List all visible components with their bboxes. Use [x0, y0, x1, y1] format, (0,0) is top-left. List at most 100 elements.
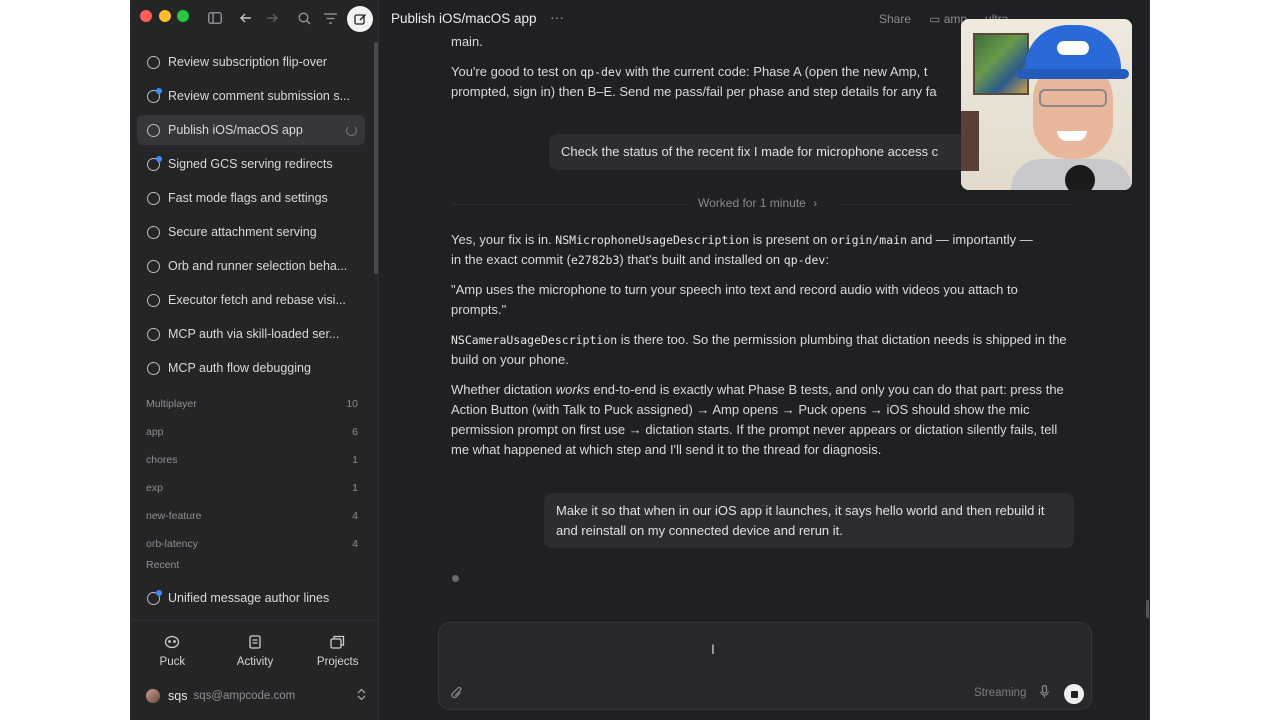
compose-icon [353, 13, 366, 25]
thread-status-icon [147, 328, 160, 341]
assistant-reply: Yes, your fix is in. NSMicrophoneUsageDe… [451, 230, 1073, 470]
nav-activity[interactable]: Activity [214, 621, 297, 682]
nav-activity-label: Activity [236, 656, 274, 668]
thread-item[interactable]: Publish iOS/macOS app [137, 115, 365, 145]
main-scrollbar[interactable] [1146, 600, 1149, 618]
recent-heading: Recent [146, 559, 180, 571]
group-name: new-feature [146, 510, 202, 522]
webcam-microphone [1065, 165, 1095, 190]
composer: I Streaming [438, 622, 1092, 710]
account-switcher[interactable]: sqs sqs@ampcode.com [146, 685, 366, 707]
text: with the current code: Phase A (open the… [621, 64, 928, 79]
unread-dot-icon [156, 590, 162, 596]
emphasis: works [555, 382, 590, 397]
assistant-paragraph: Whether dictation works end-to-end is ex… [451, 380, 1073, 460]
stop-button[interactable] [1064, 684, 1084, 704]
activity-icon [248, 635, 262, 651]
streaming-status: Streaming [974, 687, 1027, 699]
webcam-glasses [1039, 89, 1107, 107]
inline-code: e2782b3 [570, 253, 620, 267]
chevron-updown-icon [357, 688, 366, 704]
thread-item[interactable]: MCP auth flow debugging [137, 353, 365, 383]
projects-icon [330, 635, 345, 651]
thread-item-recent[interactable]: Unified message author lines [137, 583, 365, 613]
webcam-overlay [961, 19, 1132, 190]
group-count: 6 [352, 426, 358, 438]
thread-item[interactable]: Executor fetch and rebase visi... [137, 285, 365, 315]
text: You're good to test on [451, 64, 581, 79]
account-name: sqs [168, 689, 188, 703]
inline-code: NSCameraUsageDescription [451, 333, 618, 347]
more-options-icon[interactable]: ··· [550, 9, 564, 25]
streaming-indicator [452, 575, 459, 582]
worked-duration-toggle[interactable]: Worked for 1 minute › [698, 196, 817, 210]
nav-puck[interactable]: Puck [131, 621, 214, 682]
group-count: 4 [352, 538, 358, 550]
group-name: app [146, 426, 164, 438]
thread-item[interactable]: MCP auth via skill-loaded ser... [137, 319, 365, 349]
nav-puck-label: Puck [159, 656, 186, 668]
project-group[interactable]: Multiplayer 10 [146, 390, 358, 418]
user-message: Check the status of the recent fix I mad… [549, 134, 969, 170]
group-name: orb-latency [146, 538, 198, 550]
group-name: exp [146, 482, 163, 494]
close-window-button[interactable] [140, 10, 152, 22]
forward-arrow-icon[interactable] [263, 9, 281, 27]
thread-status-icon [147, 260, 160, 273]
chevron-right-icon: › [813, 196, 818, 210]
prompt-input[interactable] [453, 633, 1053, 673]
project-groups: Multiplayer 10 app 6 chores 1 exp 1 new-feature 4… [146, 390, 358, 558]
share-button[interactable]: Share [879, 12, 911, 26]
thread-status-icon [147, 362, 160, 375]
thread-status-icon [147, 124, 160, 137]
thread-item[interactable]: Secure attachment serving [137, 217, 365, 247]
inline-code: qp-dev [580, 65, 622, 79]
group-count: 1 [352, 482, 358, 494]
filter-icon[interactable] [321, 9, 339, 27]
user-message: Make it so that when in our iOS app it l… [544, 493, 1074, 548]
thread-label: MCP auth via skill-loaded ser... [168, 327, 340, 341]
account-email: sqs@ampcode.com [193, 690, 296, 702]
project-group[interactable]: exp 1 [146, 474, 358, 502]
webcam-cap-brim [1017, 69, 1129, 79]
loading-spinner-icon [346, 125, 357, 136]
group-count: 1 [352, 454, 358, 466]
project-group[interactable]: new-feature 4 [146, 502, 358, 530]
thread-item[interactable]: Review comment submission s... [137, 81, 365, 111]
worked-label: Worked for 1 minute [698, 196, 806, 210]
group-count: 10 [346, 398, 358, 410]
attach-paperclip-icon[interactable] [451, 686, 463, 703]
thread-label: Publish iOS/macOS app [168, 123, 303, 137]
project-group[interactable]: chores 1 [146, 446, 358, 474]
project-group[interactable]: orb-latency 4 [146, 530, 358, 558]
zoom-window-button[interactable] [177, 10, 189, 22]
text: prompted, sign in) then B–E. Send me pas… [451, 84, 937, 99]
thread-item[interactable]: Orb and runner selection beha... [137, 251, 365, 281]
page-title: Publish iOS/macOS app [391, 11, 537, 26]
divider [451, 204, 686, 205]
new-thread-button[interactable] [347, 6, 373, 32]
sidebar-scrollbar[interactable] [374, 42, 378, 274]
assistant-paragraph: Yes, your fix is in. NSMicrophoneUsageDe… [451, 230, 1073, 270]
thread-status-icon [147, 294, 160, 307]
text: in the exact commit ( [451, 252, 571, 267]
recent-thread-list: Unified message author lines [137, 583, 365, 617]
minimize-window-button[interactable] [159, 10, 171, 22]
search-icon[interactable] [295, 9, 313, 27]
thread-item[interactable]: Review subscription flip-over [137, 47, 365, 77]
text: ) that's built and installed on [619, 252, 784, 267]
toggle-sidebar-icon[interactable] [206, 9, 224, 27]
webcam-cap-logo [1057, 41, 1089, 55]
puck-icon [164, 635, 180, 651]
thread-status-icon [147, 192, 160, 205]
microphone-icon[interactable] [1040, 684, 1049, 701]
nav-projects[interactable]: Projects [296, 621, 379, 682]
thread-item[interactable]: Signed GCS serving redirects [137, 149, 365, 179]
thread-label: MCP auth flow debugging [168, 361, 311, 375]
thread-status-icon [147, 56, 160, 69]
text: is present on [749, 232, 831, 247]
thread-item[interactable]: Fast mode flags and settings [137, 183, 365, 213]
back-arrow-icon[interactable] [237, 9, 255, 27]
thread-status-icon [147, 226, 160, 239]
project-group[interactable]: app 6 [146, 418, 358, 446]
